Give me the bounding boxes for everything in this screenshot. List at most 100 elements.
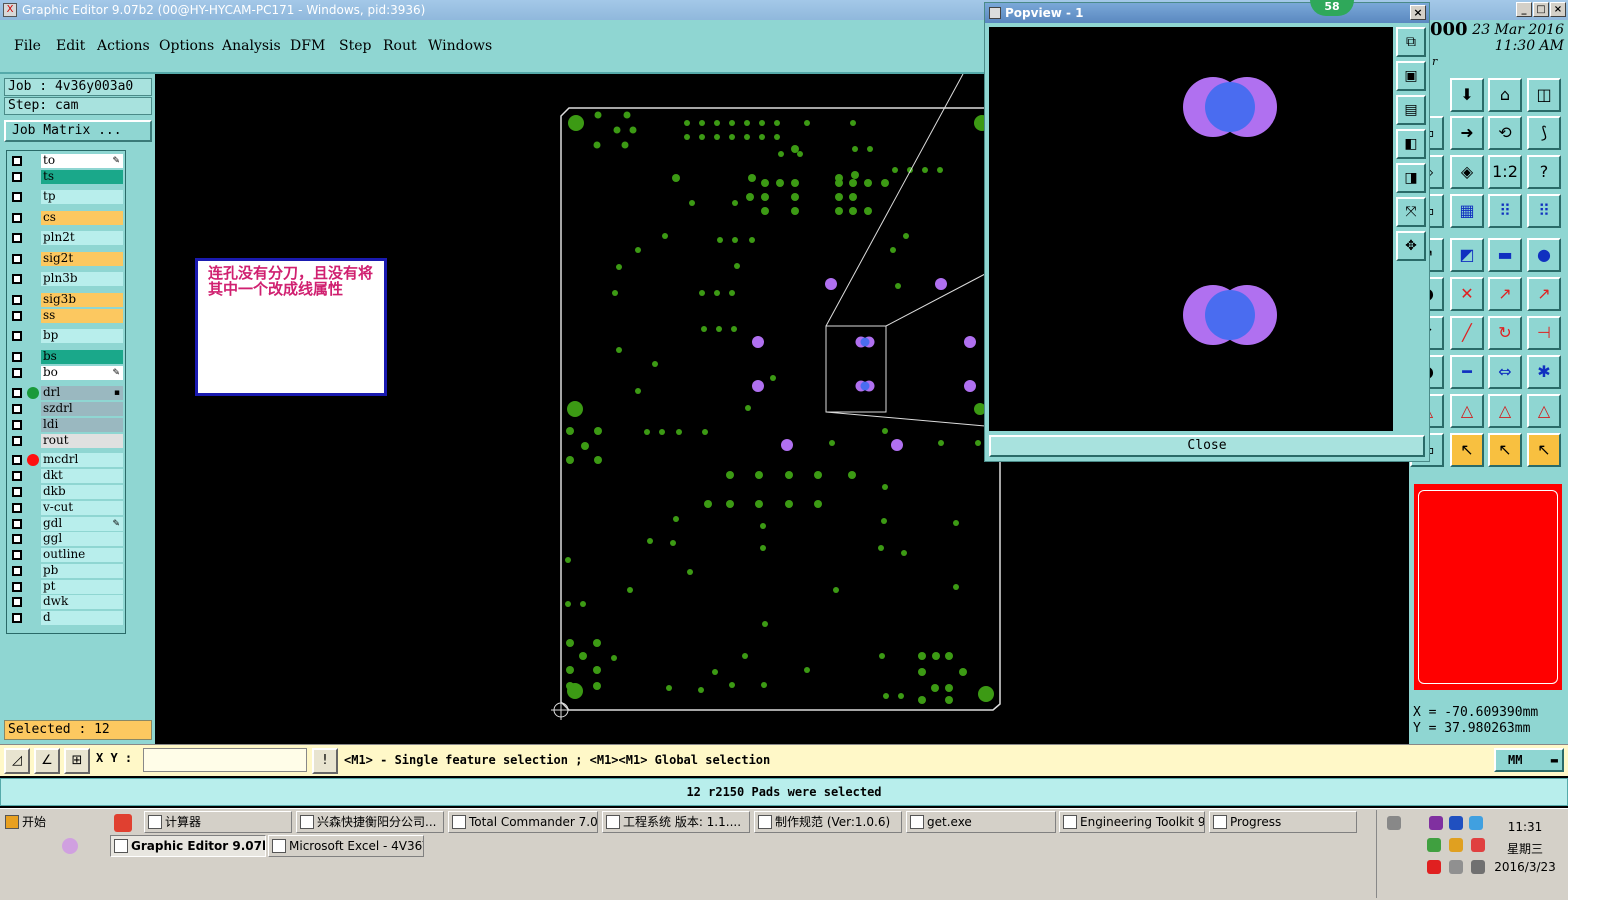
trim-icon[interactable]: ⊣ [1527, 316, 1561, 350]
layer-checkbox[interactable] [12, 597, 22, 607]
line-icon[interactable]: ╱ [1450, 316, 1484, 350]
layer-name[interactable]: ss [41, 309, 123, 323]
pad[interactable] [699, 134, 705, 140]
layer-row-bs[interactable]: bs [9, 350, 125, 364]
layer-row-gdl[interactable]: gdl ✎ [9, 517, 125, 531]
pad[interactable] [937, 167, 943, 173]
popview-tool-4-icon[interactable]: ◧ [1396, 129, 1426, 159]
via-pad[interactable] [964, 336, 976, 348]
taskbar-item-spec[interactable]: 制作规范 (Ver:1.0.6) [754, 811, 902, 833]
pad[interactable] [931, 684, 939, 692]
layer-checkbox[interactable] [12, 420, 22, 430]
pad[interactable] [890, 247, 896, 253]
pad[interactable] [867, 146, 873, 152]
via-pad[interactable] [752, 336, 764, 348]
tool-x-icon[interactable] [1429, 816, 1443, 830]
pad[interactable] [594, 456, 602, 464]
pad[interactable] [635, 247, 641, 253]
pad[interactable] [918, 652, 926, 660]
pad[interactable] [829, 440, 835, 446]
layer-row-tp[interactable]: tp [9, 190, 125, 204]
pad[interactable] [594, 111, 602, 119]
pad[interactable] [594, 427, 602, 435]
pad[interactable] [698, 687, 704, 693]
pad[interactable] [729, 134, 735, 140]
angle-mode-icon[interactable]: ∠ [34, 748, 60, 774]
pad[interactable] [770, 375, 776, 381]
pad[interactable] [791, 179, 799, 187]
pad[interactable] [778, 151, 784, 157]
menu-windows[interactable]: Windows [428, 38, 492, 54]
layer-row-sig2t[interactable]: sig2t [9, 252, 125, 266]
layer-row-d[interactable]: d [9, 611, 125, 625]
layer-row-bo[interactable]: bo ✎ [9, 366, 125, 380]
pad[interactable] [611, 655, 617, 661]
layer-row-dkt[interactable]: dkt [9, 469, 125, 483]
pad[interactable] [714, 290, 720, 296]
pad[interactable] [593, 141, 601, 149]
pad[interactable] [953, 520, 959, 526]
circle-icon[interactable]: ● [1527, 238, 1561, 272]
layer-name[interactable]: bs [41, 350, 123, 364]
layer-checkbox[interactable] [12, 487, 22, 497]
selected-via-pad[interactable] [860, 381, 870, 391]
popview-canvas[interactable] [989, 27, 1393, 431]
pad[interactable] [918, 668, 926, 676]
pad[interactable] [849, 193, 857, 201]
layer-checkbox[interactable] [12, 388, 22, 398]
layer-row-mcdrl[interactable]: mcdrl [9, 453, 125, 467]
layer-row-sig3b[interactable]: sig3b [9, 293, 125, 307]
layer-name[interactable]: bp [41, 329, 123, 343]
drill-icon[interactable]: ⠿ [1488, 194, 1522, 228]
rotate-icon[interactable]: ⟲ [1488, 116, 1522, 150]
pad[interactable] [732, 200, 738, 206]
pad[interactable] [791, 145, 799, 153]
pad[interactable] [744, 120, 750, 126]
layer-name[interactable]: d [41, 611, 123, 625]
help-icon[interactable]: ? [1527, 155, 1561, 189]
popview-tool-2-icon[interactable]: ▣ [1396, 61, 1426, 91]
menu-edit[interactable]: Edit [56, 38, 85, 54]
pad[interactable] [566, 682, 574, 690]
layer-checkbox[interactable] [12, 550, 22, 560]
pad[interactable] [761, 193, 769, 201]
layer-row-cs[interactable]: cs [9, 211, 125, 225]
layer-name[interactable]: ldi [41, 418, 123, 432]
menu-step[interactable]: Step [339, 38, 371, 54]
layer-checkbox[interactable] [12, 368, 22, 378]
layer-checkbox[interactable] [12, 254, 22, 264]
layer-name[interactable]: v-cut [41, 501, 123, 515]
selected-via-pad[interactable] [860, 337, 870, 347]
pad[interactable] [898, 693, 904, 699]
pad[interactable] [755, 471, 763, 479]
polygon-icon[interactable]: ◩ [1450, 238, 1484, 272]
popview-pan-icon[interactable]: ✥ [1396, 231, 1426, 261]
pad[interactable] [699, 290, 705, 296]
pad[interactable] [731, 326, 737, 332]
route-icon[interactable]: ↗ [1527, 277, 1561, 311]
layer-row-v-cut[interactable]: v-cut [9, 501, 125, 515]
pad[interactable] [945, 696, 953, 704]
shield-icon[interactable] [1427, 838, 1441, 852]
ruler-icon[interactable]: ▬ [1488, 238, 1522, 272]
pad[interactable] [975, 440, 981, 446]
layer-row-ggl[interactable]: ggl [9, 532, 125, 546]
pad[interactable] [744, 134, 750, 140]
via-pad[interactable] [891, 439, 903, 451]
pad[interactable] [616, 347, 622, 353]
layer-checkbox[interactable] [12, 455, 22, 465]
taskbar-item-graphic-editor[interactable]: Graphic Editor 9.07b2 ... [110, 835, 266, 857]
pad[interactable] [759, 134, 765, 140]
pad[interactable] [566, 639, 574, 647]
pad[interactable] [729, 290, 735, 296]
pad[interactable] [881, 518, 887, 524]
job-matrix-button[interactable]: Job Matrix ... [4, 120, 152, 142]
layer-name[interactable]: pb [41, 564, 123, 578]
pad[interactable] [945, 652, 953, 660]
taskbar-item-excel[interactable]: Microsoft Excel - 4V36Y0... [268, 835, 424, 857]
pad[interactable] [835, 207, 843, 215]
pad[interactable] [901, 550, 907, 556]
pad[interactable] [687, 569, 693, 575]
delete-icon[interactable]: ✕ [1450, 277, 1484, 311]
xy-input[interactable] [143, 748, 307, 772]
